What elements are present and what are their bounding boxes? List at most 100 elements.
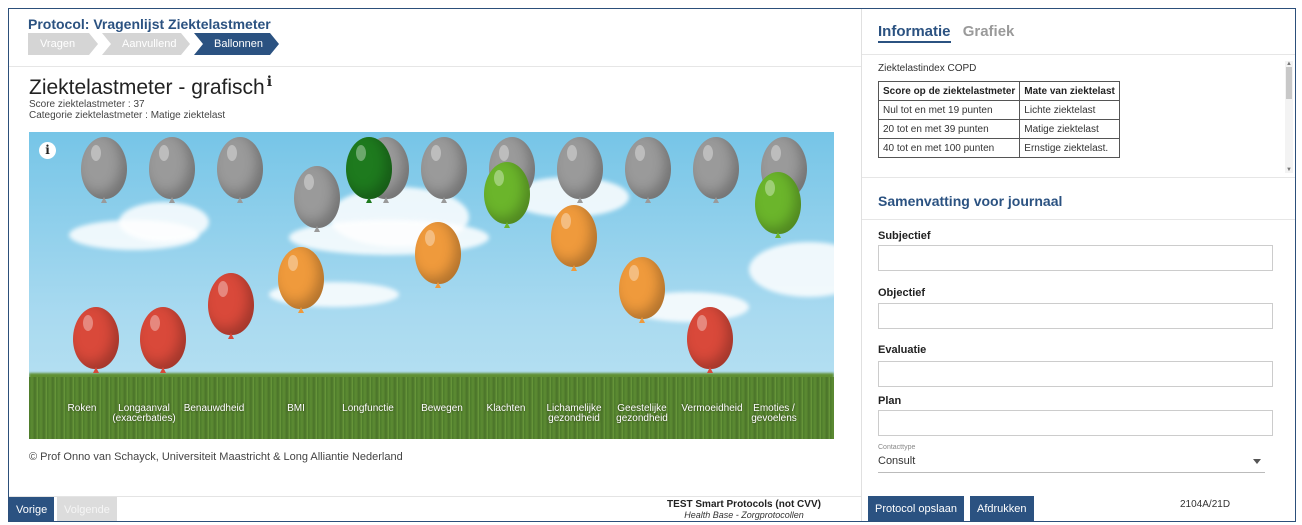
scroll-down-icon[interactable]: ▼: [1285, 167, 1293, 173]
balloon-knot: [237, 197, 243, 203]
balloon-body: [278, 247, 324, 309]
balloon-score[interactable]: [687, 307, 733, 373]
chevron-down-icon: [1253, 459, 1261, 464]
objectief-field[interactable]: [878, 303, 1273, 329]
balloon-label: Lichamelijke gezondheid: [546, 403, 602, 424]
balloon-label: Vermoeidheid: [681, 403, 743, 414]
balloon-body: [625, 137, 671, 199]
prev-button[interactable]: Vorige: [9, 497, 55, 521]
balloon-score[interactable]: [755, 172, 801, 238]
balloon-knot: [713, 197, 719, 203]
balloon-score[interactable]: [619, 257, 665, 323]
balloon-shine: [159, 145, 169, 161]
balloon-body: [687, 307, 733, 369]
org-info: TEST Smart Protocols (not CVV) Health Ba…: [629, 499, 859, 520]
balloon-target[interactable]: [693, 137, 739, 203]
balloon-score[interactable]: [484, 162, 530, 228]
balloon-body: [755, 172, 801, 234]
protocol-title: Protocol: Vragenlijst Ziektelastmeter: [28, 16, 271, 32]
balloon-body: [217, 137, 263, 199]
info-panel: Ziektelastindex COPD Score op de ziektel…: [862, 54, 1295, 178]
balloon-knot: [366, 197, 372, 203]
next-button[interactable]: Volgende: [57, 497, 117, 521]
balloon-knot: [298, 307, 304, 313]
table-header: Mate van ziektelast: [1019, 81, 1120, 101]
app-window: Protocol: Vragenlijst Ziektelastmeter Vr…: [8, 8, 1296, 522]
tab-informatie[interactable]: Informatie: [878, 23, 951, 43]
score-line: Score ziektelastmeter : 37: [29, 99, 145, 110]
step-vragen[interactable]: Vragen: [28, 33, 98, 55]
balloon-knot: [228, 333, 234, 339]
balloon-shine: [83, 315, 93, 331]
print-button[interactable]: Afdrukken: [970, 496, 1034, 521]
balloon-target[interactable]: [149, 137, 195, 203]
balloon-knot: [93, 367, 99, 373]
divider: [862, 219, 1295, 220]
info-icon[interactable]: i: [39, 142, 56, 159]
contacttype-value: Consult: [878, 455, 916, 467]
table-cell: 40 tot en met 100 punten: [877, 138, 1021, 158]
left-pane: Protocol: Vragenlijst Ziektelastmeter Vr…: [9, 9, 861, 521]
contacttype-label: Contacttype: [878, 444, 916, 451]
balloon-target[interactable]: [294, 166, 340, 232]
scroll-thumb[interactable]: [1286, 67, 1292, 99]
table-header-row: Score op de ziektelastmeter Mate van zie…: [877, 81, 1120, 101]
info-scrollbar[interactable]: ▲ ▼: [1285, 61, 1293, 173]
balloon-shine: [561, 213, 571, 229]
summary-title: Samenvatting voor journaal: [878, 193, 1063, 209]
step-aanvullend[interactable]: Aanvullend: [102, 33, 190, 55]
balloon-label: Longaanval (exacerbaties): [112, 403, 176, 424]
balloon-target[interactable]: [421, 137, 467, 203]
balloon-target[interactable]: [81, 137, 127, 203]
balloon-score[interactable]: [208, 273, 254, 339]
table-header: Score op de ziektelastmeter: [877, 81, 1021, 101]
balloon-shine: [91, 145, 101, 161]
balloon-body: [557, 137, 603, 199]
balloon-body: [346, 137, 392, 199]
balloon-target[interactable]: [217, 137, 263, 203]
balloon-body: [693, 137, 739, 199]
plan-label: Plan: [878, 395, 902, 407]
tab-grafiek[interactable]: Grafiek: [963, 23, 1015, 40]
balloon-label: Benauwdheid: [183, 403, 245, 414]
balloon-knot: [577, 197, 583, 203]
balloon-label: BMI: [287, 403, 305, 414]
balloon-score[interactable]: [73, 307, 119, 373]
balloon-label: Klachten: [486, 403, 526, 414]
balloon-knot: [639, 317, 645, 323]
balloon-score[interactable]: [278, 247, 324, 313]
info-icon[interactable]: ℹ: [267, 73, 272, 89]
balloon-body: [73, 307, 119, 369]
balloon-target[interactable]: [557, 137, 603, 203]
step-ballonnen[interactable]: Ballonnen: [194, 33, 279, 55]
right-tabs: Informatie Grafiek: [878, 23, 1022, 43]
balloon-shine: [567, 145, 577, 161]
balloon-shine: [765, 180, 775, 196]
plan-field[interactable]: [878, 410, 1273, 436]
table-row: 20 tot en met 39 punten Matige ziektelas…: [877, 119, 1120, 139]
balloon-score[interactable]: [551, 205, 597, 271]
save-protocol-button[interactable]: Protocol opslaan: [868, 496, 964, 521]
subjectief-field[interactable]: [878, 245, 1273, 271]
version-label: 2104A/21D: [1180, 499, 1231, 510]
contacttype-select[interactable]: Consult: [878, 455, 1265, 473]
evaluatie-field[interactable]: [878, 361, 1273, 387]
balloon-knot: [645, 197, 651, 203]
balloon-shine: [635, 145, 645, 161]
balloon-scene: i Roken Longaanval (exacerbaties) Benauwdh…: [29, 132, 834, 439]
balloon-body: [149, 137, 195, 199]
balloon-score[interactable]: [140, 307, 186, 373]
org-line: TEST Smart Protocols (not CVV): [667, 499, 821, 510]
org-subline: Health Base - Zorgprotocollen: [684, 510, 804, 520]
cloud: [119, 202, 209, 242]
balloon-score[interactable]: [415, 222, 461, 288]
balloon-shine: [356, 145, 366, 161]
balloon-score[interactable]: [346, 137, 392, 203]
balloon-shine: [288, 255, 298, 271]
balloon-body: [294, 166, 340, 228]
category-line: Categorie ziektelastmeter : Matige ziekt…: [29, 110, 226, 121]
balloon-knot: [169, 197, 175, 203]
table-cell: Ernstige ziektelast.: [1019, 138, 1120, 158]
balloon-target[interactable]: [625, 137, 671, 203]
balloon-knot: [314, 226, 320, 232]
